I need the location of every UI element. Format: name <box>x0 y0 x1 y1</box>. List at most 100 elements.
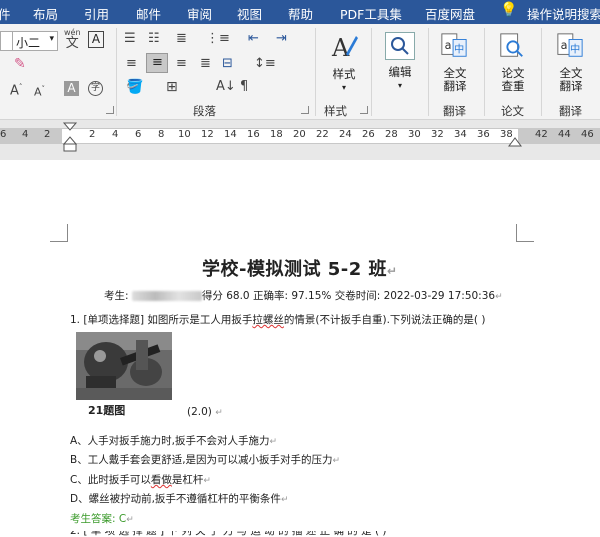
menu-pdf-tools[interactable]: PDF工具集 <box>340 4 402 23</box>
full-translate-icon[interactable]: a 中 <box>440 32 468 60</box>
styles-dialog-launcher[interactable] <box>360 106 368 114</box>
numbering-icon[interactable]: ☷ <box>148 32 160 46</box>
margin-corner <box>50 224 68 242</box>
edit-icon[interactable] <box>385 32 415 60</box>
increase-indent-icon[interactable]: ⇥ <box>276 32 287 46</box>
ruler-tick: 6 <box>135 129 142 140</box>
align-left-icon[interactable]: ≡ <box>126 57 137 71</box>
question-1-stem: 1. [单项选择题] 如图所示是工人用扳手拉螺丝的情景(不计扳手自重).下列说法… <box>70 314 486 326</box>
chevron-down-icon: ▾ <box>397 81 402 90</box>
menu-references[interactable]: 引用 <box>84 4 109 23</box>
ruler-tick: 2 <box>44 129 51 140</box>
ruler-tick: 8 <box>158 129 165 140</box>
multilevel-list-icon[interactable]: ≣ <box>176 32 187 46</box>
styles-icon[interactable]: A <box>330 32 358 60</box>
question-figure <box>76 332 172 400</box>
option-c: C、此时扳手可以看做是杠杆↵ <box>70 474 211 486</box>
ruler-tick: 26 <box>362 129 375 140</box>
redacted-name <box>131 291 202 301</box>
wrench-photo-icon <box>76 332 172 400</box>
exam-info-line: 考生: 得分 68.0 正确率: 97.15% 交卷时间: 2022-03-29… <box>104 290 503 302</box>
chevron-down-icon: ▾ <box>341 83 346 92</box>
styles-button-label: 样式 <box>332 67 356 81</box>
ruler-tick: 24 <box>339 129 352 140</box>
question-score: (2.0) ↵ <box>187 406 223 418</box>
ruler-tick: 4 <box>22 129 29 140</box>
chevron-down-icon[interactable]: ▾ <box>49 34 54 44</box>
horizontal-ruler[interactable]: 6 4 2 2 4 6 8 10 12 14 16 18 20 22 24 26… <box>0 120 600 152</box>
menu-bar: 件 布局 引用 邮件 审阅 视图 帮助 PDF工具集 百度网盘 💡 操作说明搜索 <box>0 0 600 24</box>
ribbon: 小二 ▾ wén 文 A ✎ A˄ A˅ A 字 ☰ ☷ ≣ ⋮≡ ⇤ ⇥ ≡ … <box>0 24 600 120</box>
group-label-paragraph: 段落 <box>193 104 216 118</box>
lightbulb-icon[interactable]: 💡 <box>500 2 517 18</box>
figure-caption: 21题图 <box>88 404 126 417</box>
align-center-button[interactable]: ≡ <box>146 53 168 73</box>
align-right-icon[interactable]: ≡ <box>176 57 187 71</box>
chinese-layout-icon[interactable]: ⋮≡ <box>206 32 230 46</box>
character-shading-icon[interactable]: A <box>64 81 79 96</box>
ruler-tick: 6 <box>0 129 7 140</box>
menu-layout[interactable]: 布局 <box>33 4 58 23</box>
right-indent-marker[interactable] <box>508 134 522 148</box>
character-border-icon[interactable]: A <box>88 31 104 48</box>
ruler-tick: 20 <box>293 129 306 140</box>
question-2-stem: 2. [ 单 项 选 择 题 ] 下 列 关 于 力 与 运 动 的 描 述 正… <box>70 531 387 537</box>
ruler-tick: 14 <box>224 129 237 140</box>
ruler-tick: 42 <box>535 129 548 140</box>
phonetic-guide-icon[interactable]: wén 文 <box>64 28 81 50</box>
menu-help[interactable]: 帮助 <box>288 4 313 23</box>
menu-tell-me[interactable]: 操作说明搜索 <box>527 4 600 23</box>
enclose-character-icon[interactable]: 字 <box>88 81 103 96</box>
menu-view[interactable]: 视图 <box>237 4 262 23</box>
svg-text:中: 中 <box>570 43 580 56</box>
font-size-box[interactable]: 小二 ▾ <box>12 31 58 51</box>
grow-font-icon[interactable]: A˄ <box>10 80 22 98</box>
font-dialog-launcher[interactable] <box>106 106 114 114</box>
full-translate-label-2: 翻译 <box>443 79 467 93</box>
ruler-tick: 2 <box>89 129 96 140</box>
full-translate-button-2[interactable]: 全文 翻译 <box>551 67 591 93</box>
edit-button[interactable]: 编辑 ▾ <box>380 66 420 92</box>
search-icon <box>391 37 409 55</box>
line-spacing-icon[interactable]: ↕≡ <box>254 57 276 71</box>
ruler-tick: 46 <box>581 129 594 140</box>
svg-text:a: a <box>561 39 568 52</box>
ruler-tick: 36 <box>477 129 490 140</box>
ruler-tick: 12 <box>201 129 214 140</box>
align-center-icon: ≡ <box>152 55 163 70</box>
paragraph-dialog-launcher[interactable] <box>301 106 309 114</box>
full-translate2-label-2: 翻译 <box>559 79 583 93</box>
full-translate-icon-2[interactable]: a 中 <box>556 32 584 60</box>
distributed-icon[interactable]: ⊟ <box>222 57 233 71</box>
group-label-paper: 论文 <box>501 104 524 118</box>
ruler-tick: 32 <box>431 129 444 140</box>
paper-check-icon[interactable] <box>498 32 526 60</box>
ruler-tick: 30 <box>408 129 421 140</box>
menu-file[interactable]: 件 <box>0 4 11 23</box>
justify-icon[interactable]: ≣ <box>200 57 211 71</box>
show-marks-icon[interactable]: ¶ <box>240 80 248 94</box>
option-b: B、工人戴手套会更舒适,是因为可以减小扳手对手的压力↵ <box>70 454 341 466</box>
document-page[interactable]: 学校-模拟测试 5-2 班↵ 考生: 得分 68.0 正确率: 97.15% 交… <box>0 160 600 537</box>
option-a: A、人手对扳手施力时,扳手不会对人手施力↵ <box>70 435 278 447</box>
menu-review[interactable]: 审阅 <box>187 4 212 23</box>
menu-mailings[interactable]: 邮件 <box>136 4 161 23</box>
menu-baidu-disk[interactable]: 百度网盘 <box>425 4 475 23</box>
decrease-indent-icon[interactable]: ⇤ <box>248 32 259 46</box>
borders-icon[interactable]: ⊞ <box>166 80 178 94</box>
paper-check-button[interactable]: 论文 查重 <box>493 67 533 93</box>
clear-format-icon[interactable]: ✎ <box>14 57 26 71</box>
ruler-tick: 4 <box>112 129 119 140</box>
ruler-tick: 10 <box>178 129 191 140</box>
shading-icon[interactable]: 🪣 <box>126 80 143 94</box>
shrink-font-icon[interactable]: A˅ <box>34 82 45 100</box>
bullets-icon[interactable]: ☰ <box>124 32 136 46</box>
styles-button[interactable]: 样式 ▾ <box>324 68 364 94</box>
indent-marker[interactable] <box>63 122 77 152</box>
group-label-translate: 翻译 <box>443 104 466 118</box>
group-label-translate-2: 翻译 <box>559 104 582 118</box>
svg-text:中: 中 <box>454 43 464 56</box>
full-translate-button[interactable]: 全文 翻译 <box>435 67 475 93</box>
sort-icon[interactable]: A↓ <box>216 80 236 94</box>
svg-text:A: A <box>331 34 350 60</box>
